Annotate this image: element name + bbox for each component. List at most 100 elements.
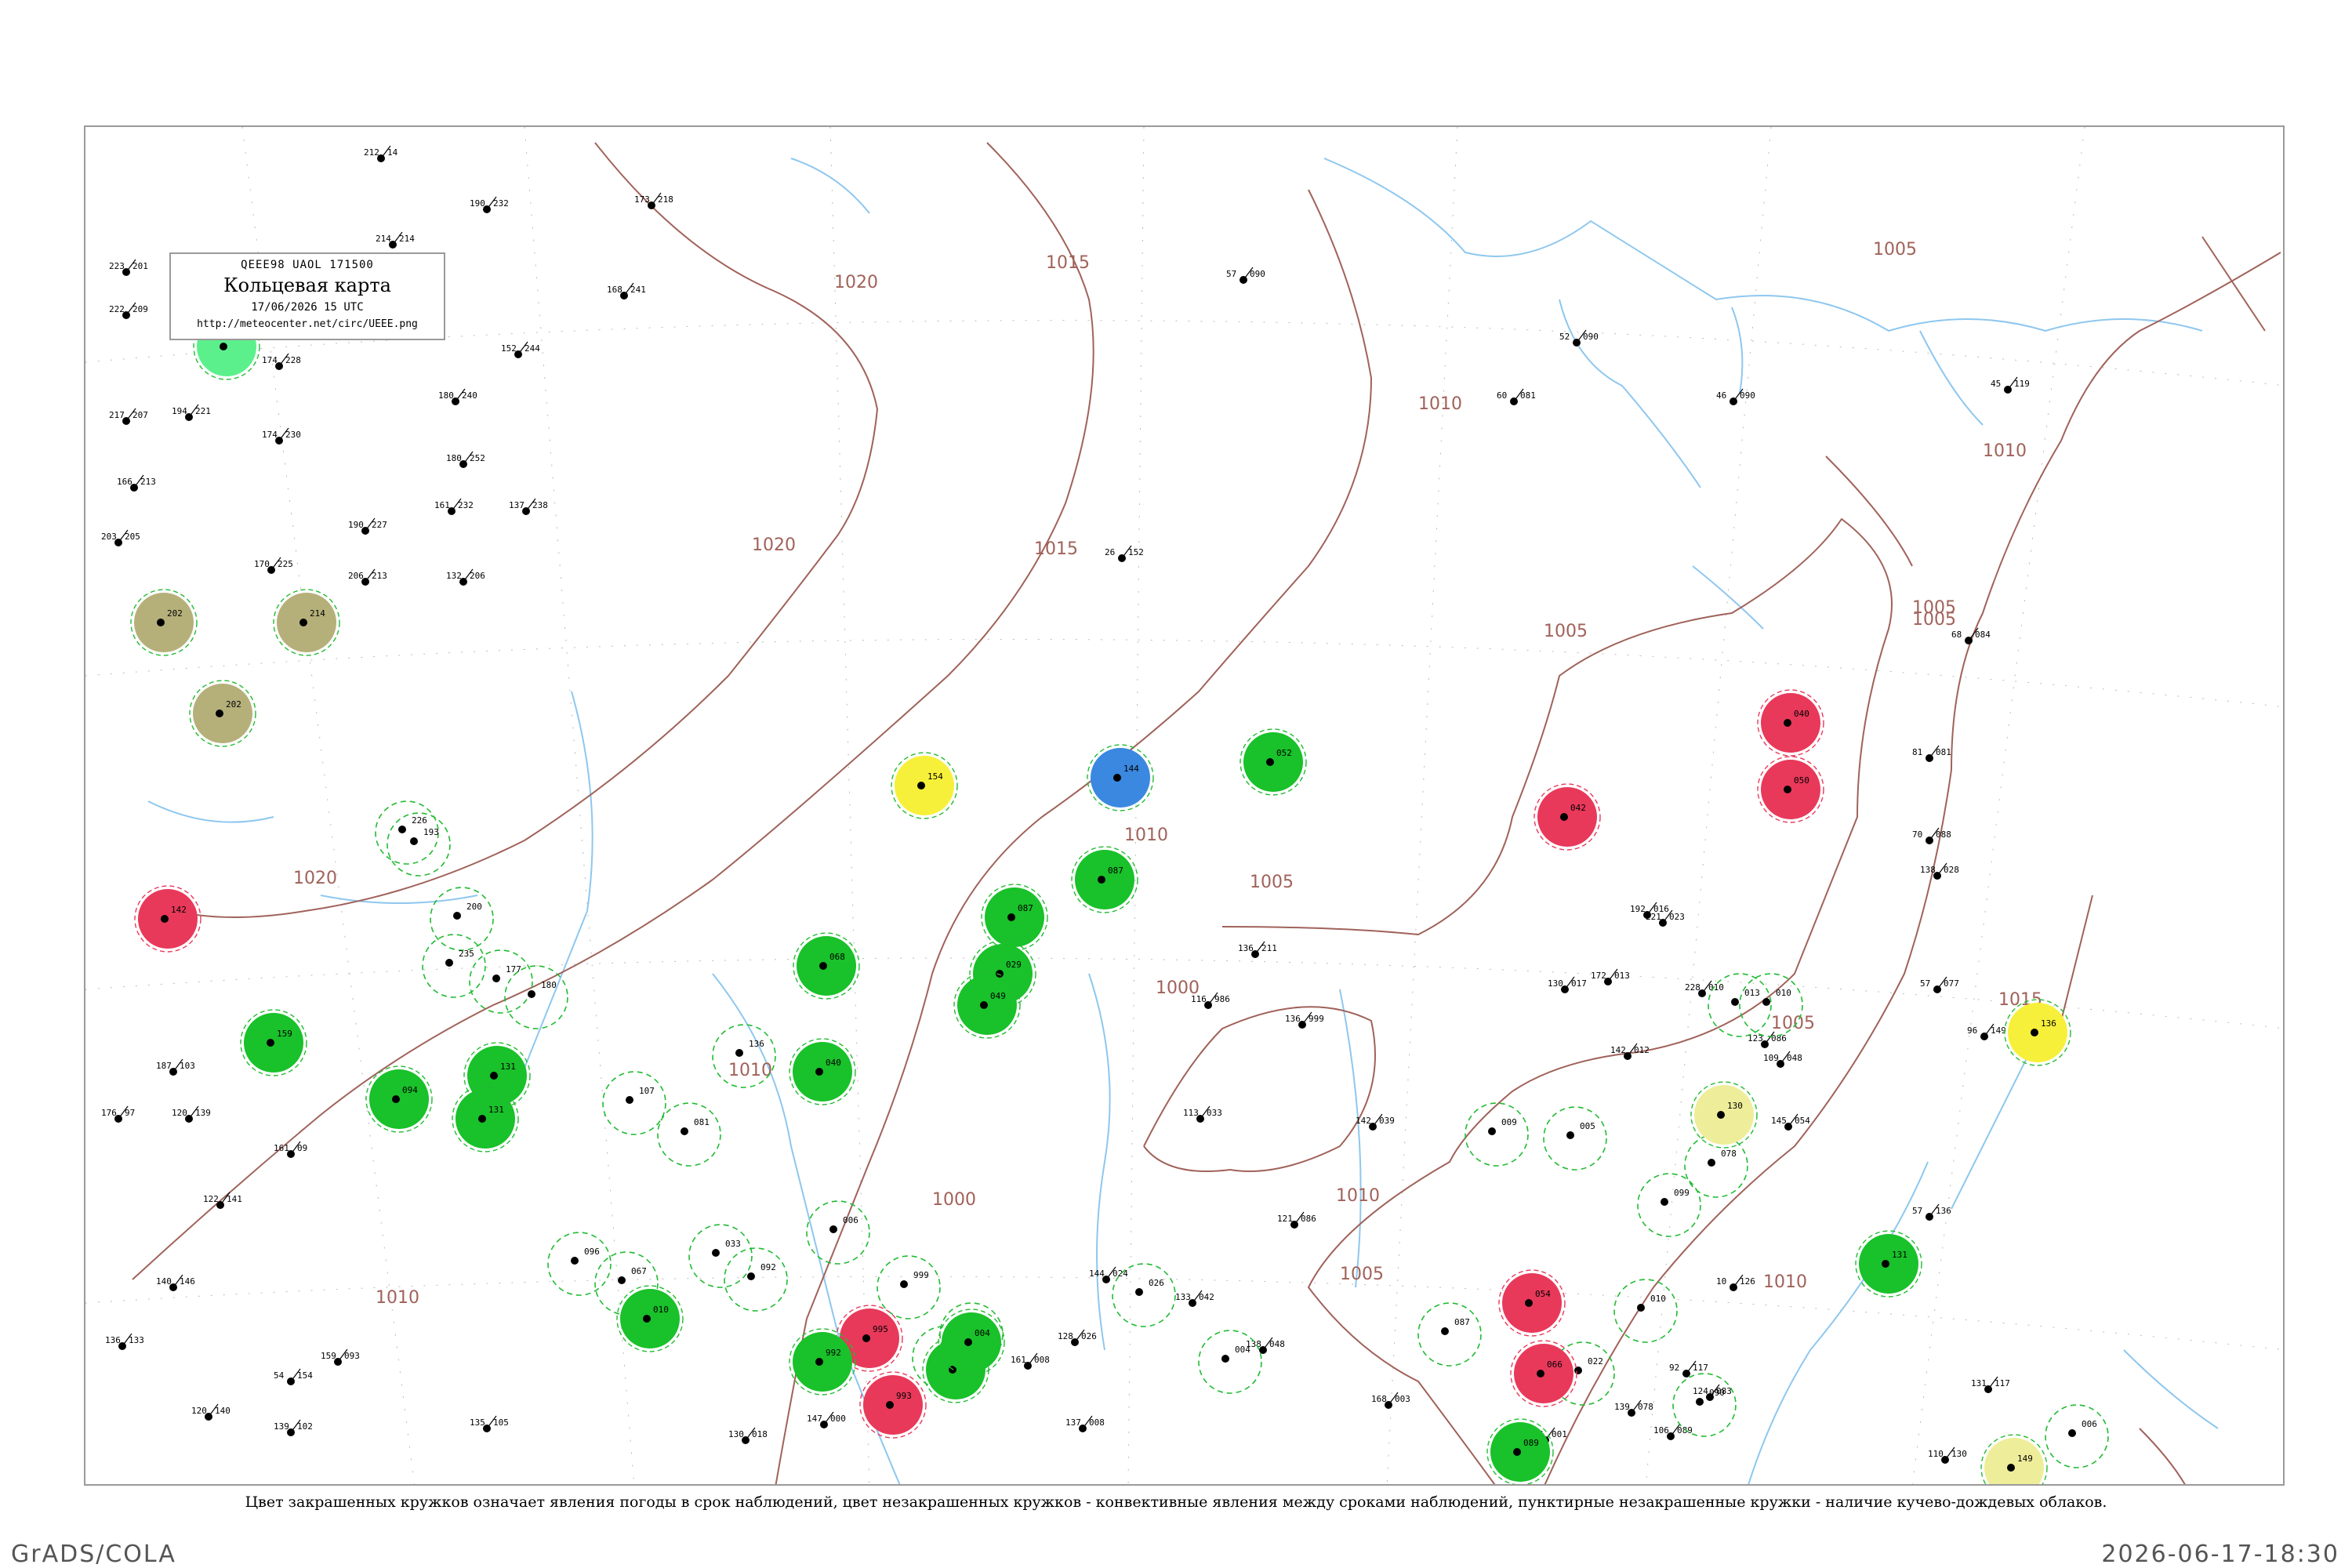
ring-value: 092 bbox=[760, 1262, 776, 1272]
cb-ring-outline bbox=[1417, 1302, 1482, 1367]
station-temp: 116 bbox=[1191, 994, 1207, 1004]
cb-ring: 005 bbox=[1543, 1106, 1607, 1171]
station-plot: 159 093 bbox=[321, 1348, 360, 1366]
station-pressure: 012 bbox=[1634, 1045, 1650, 1055]
map-title: Кольцевая карта bbox=[223, 274, 391, 296]
station-temp: 57 bbox=[1920, 978, 1930, 989]
station-plot: 203 205 bbox=[101, 529, 140, 546]
station-plot: 131 117 bbox=[1971, 1376, 2010, 1393]
station-temp: 131 bbox=[1971, 1378, 1987, 1388]
ring-value: 004 bbox=[1235, 1345, 1250, 1355]
circle-value: 087 bbox=[1108, 866, 1123, 876]
station-temp: 174 bbox=[262, 430, 278, 440]
isobar-label: 1020 bbox=[834, 273, 878, 292]
station-pressure: 001 bbox=[1552, 1429, 1567, 1439]
station-pressure: 218 bbox=[658, 194, 673, 205]
weather-circle: 052 bbox=[1240, 728, 1307, 796]
ring-value: 177 bbox=[506, 964, 521, 975]
station-pressure: 149 bbox=[1991, 1025, 2006, 1036]
weather-circle: 054 bbox=[1498, 1269, 1566, 1337]
station-marker bbox=[1098, 876, 1105, 884]
station-plot: 174 230 bbox=[262, 427, 301, 445]
cb-ring-outline bbox=[1543, 1106, 1607, 1171]
station-temp: 113 bbox=[1183, 1108, 1199, 1118]
map-date: 17/06/2026 15 UTC bbox=[251, 301, 364, 314]
station-pressure: 023 bbox=[1669, 912, 1685, 922]
station-pressure: 119 bbox=[2014, 379, 2030, 389]
station-plot: 81 081 bbox=[1912, 745, 1951, 762]
station-plot: 212 14 bbox=[364, 145, 398, 162]
station-pressure: 089 bbox=[1677, 1425, 1693, 1436]
station-marker bbox=[643, 1315, 651, 1323]
isobar-label: 1005 bbox=[1250, 873, 1294, 892]
circle-value: 144 bbox=[1123, 764, 1139, 774]
ring-value: 081 bbox=[694, 1117, 710, 1127]
station-temp: 217 bbox=[109, 410, 125, 420]
station-plot: 136 133 bbox=[105, 1333, 144, 1350]
station-plot: 139 102 bbox=[274, 1419, 313, 1436]
station-marker bbox=[815, 1068, 823, 1076]
station-pressure: 152 bbox=[1128, 547, 1144, 557]
station-pressure: 086 bbox=[1301, 1214, 1316, 1224]
station-temp: 45 bbox=[1991, 379, 2001, 389]
station-plot: 122 141 bbox=[203, 1192, 242, 1209]
station-pressure: 003 bbox=[1395, 1394, 1410, 1404]
station-marker bbox=[964, 1338, 972, 1346]
station-marker bbox=[1762, 998, 1770, 1006]
station-marker bbox=[2007, 1464, 2015, 1472]
cb-ring-outline bbox=[602, 1071, 666, 1135]
station-pressure: 221 bbox=[195, 406, 211, 416]
station-pressure: 090 bbox=[1583, 332, 1599, 342]
station-temp: 136 bbox=[1238, 943, 1254, 953]
isobar-label: 1000 bbox=[932, 1190, 976, 1210]
station-plot: 174 228 bbox=[262, 353, 301, 370]
station-marker bbox=[398, 826, 406, 833]
station-pressure: 206 bbox=[470, 571, 485, 581]
weather-circle: 202 bbox=[189, 680, 256, 747]
weather-circle: 087 bbox=[981, 884, 1048, 951]
station-plot: 136 211 bbox=[1238, 941, 1277, 958]
station-marker bbox=[618, 1276, 626, 1284]
station-plot: 121 086 bbox=[1277, 1211, 1316, 1229]
station-temp: 168 bbox=[1371, 1394, 1387, 1404]
cb-ring-outline bbox=[1112, 1263, 1176, 1327]
station-plot: 92 117 bbox=[1669, 1360, 1708, 1377]
station-marker bbox=[1637, 1304, 1645, 1312]
station-marker bbox=[819, 962, 827, 970]
source-link[interactable]: http://meteocenter.net/circ/UEEE.png bbox=[171, 318, 444, 330]
station-plot: 187 103 bbox=[156, 1058, 195, 1076]
station-pressure: 103 bbox=[180, 1061, 195, 1071]
station-temp: 152 bbox=[501, 343, 517, 354]
station-plot: 70 088 bbox=[1912, 827, 1951, 844]
station-pressure: 042 bbox=[1199, 1292, 1214, 1302]
station-temp: 106 bbox=[1653, 1425, 1669, 1436]
ring-value: 067 bbox=[631, 1266, 647, 1276]
station-temp: 139 bbox=[1614, 1402, 1630, 1412]
station-temp: 120 bbox=[191, 1406, 207, 1416]
station-temp: 130 bbox=[728, 1429, 744, 1439]
circle-value: 040 bbox=[826, 1058, 841, 1068]
station-plot: 133 042 bbox=[1175, 1290, 1214, 1307]
station-pressure: 227 bbox=[372, 520, 387, 530]
station-plot: 168 241 bbox=[607, 282, 646, 299]
station-marker bbox=[299, 619, 307, 626]
station-pressure: 105 bbox=[493, 1417, 509, 1428]
isobar-label: 1020 bbox=[293, 869, 337, 888]
footer-software: GrADS/COLA bbox=[11, 1541, 176, 1568]
station-temp: 109 bbox=[1763, 1053, 1779, 1063]
circle-value: 004 bbox=[975, 1328, 990, 1338]
station-pressure: 241 bbox=[630, 285, 646, 295]
station-temp: 57 bbox=[1226, 269, 1236, 279]
station-temp: 133 bbox=[1175, 1292, 1191, 1302]
circle-value: 052 bbox=[1276, 748, 1292, 758]
station-pressure: 090 bbox=[1740, 390, 1755, 401]
station-plot: 120 140 bbox=[191, 1403, 230, 1421]
station-marker bbox=[1537, 1370, 1544, 1377]
station-plot: 161 232 bbox=[434, 498, 474, 515]
station-pressure: 078 bbox=[1638, 1402, 1653, 1412]
station-plot: 45 119 bbox=[1991, 376, 2030, 394]
station-plot: 138 028 bbox=[1920, 862, 1959, 880]
station-pressure: 136 bbox=[1936, 1206, 1951, 1216]
station-pressure: 213 bbox=[372, 571, 387, 581]
map-frame: 1020 1015 1005 1020 1015 1010 1010 1005 … bbox=[84, 125, 2285, 1486]
